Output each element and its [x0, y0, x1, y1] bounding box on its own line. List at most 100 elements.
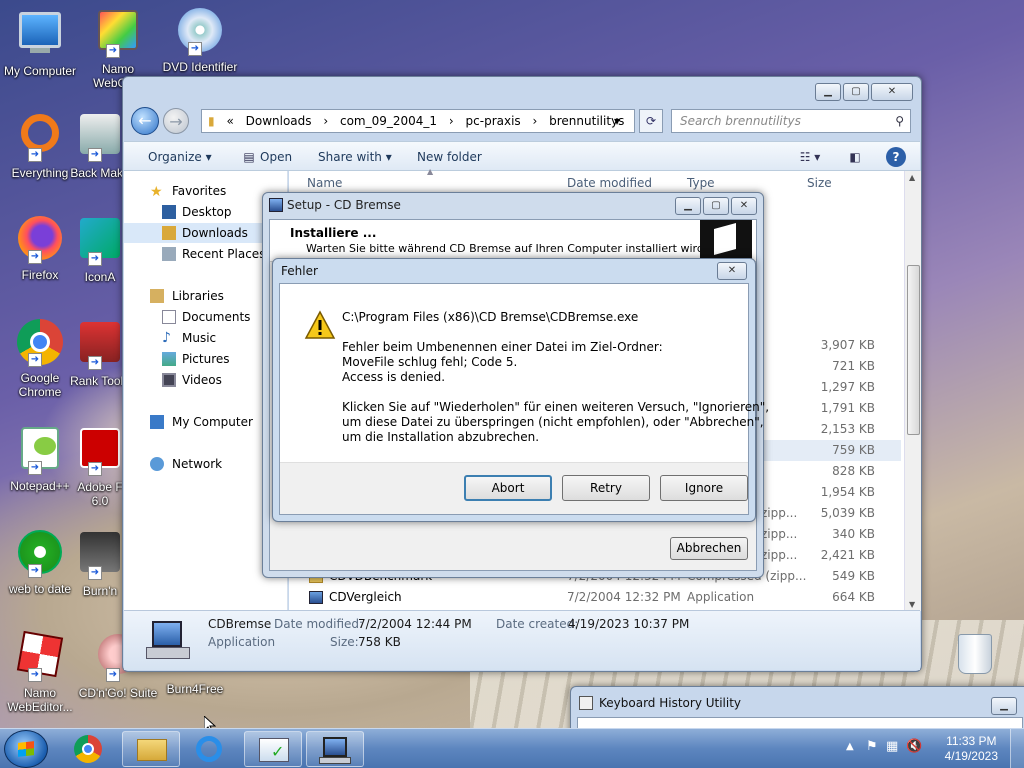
- clock[interactable]: 11:33 PM 4/19/2023: [945, 734, 998, 764]
- desktop-icon-rank-toolbar[interactable]: ➜ Rank Toolb: [70, 318, 130, 388]
- open-button[interactable]: Open: [260, 142, 292, 172]
- taskbar-cdbremse[interactable]: [306, 731, 364, 767]
- desktop-icon-burnn[interactable]: ➜ Burn'n: [70, 528, 130, 598]
- folder-icon: ▮: [208, 114, 215, 128]
- abort-button[interactable]: Abort: [464, 475, 552, 501]
- namo-webeditor-icon: ➜: [16, 630, 64, 682]
- view-options-icon[interactable]: ☷ ▾: [790, 148, 830, 166]
- scrollbar-thumb[interactable]: [907, 265, 920, 435]
- desktop-icon-adobe-reader[interactable]: ➜ Adobe F 6.0: [70, 424, 130, 508]
- details-type: Application: [208, 635, 276, 649]
- open-icon: ▤: [243, 150, 255, 164]
- chrome-icon: ➜: [16, 319, 64, 367]
- address-dropdown-icon[interactable]: ▾: [614, 110, 620, 132]
- application-icon: [146, 617, 192, 663]
- desktop-icon-label: Namo WebEditor...: [7, 686, 73, 714]
- breadcrumb-com-09-2004-1[interactable]: com_09_2004_1: [340, 114, 437, 128]
- close-button[interactable]: ✕: [717, 262, 747, 280]
- desktop-icon-label: Adobe F 6.0: [77, 480, 123, 508]
- minimize-button[interactable]: ▁: [991, 697, 1017, 715]
- cancel-button[interactable]: Abbrechen: [670, 537, 748, 560]
- desktop-icon-firefox[interactable]: ➜ Firefox: [0, 214, 80, 282]
- setup-app-icon: [269, 198, 283, 212]
- desktop-icon-everything[interactable]: ➜ Everything: [0, 110, 80, 180]
- error-dialog[interactable]: Fehler ✕ C:\Program Files (x86)\CD Brems…: [272, 258, 769, 522]
- desktop-icon-backup-maker[interactable]: ➜ Back Make: [70, 110, 130, 180]
- address-overflow[interactable]: «: [226, 114, 233, 128]
- taskbar: ✓ ▲ ⚑ ▦ 🔇 11:33 PM 4/19/2023: [0, 728, 1024, 768]
- keyboard-history-title: Keyboard History Utility: [599, 696, 742, 710]
- desktop-icon-web-to-date[interactable]: ➜ web to date: [0, 528, 80, 596]
- clock-time: 11:33 PM: [946, 734, 997, 748]
- dialog-title: Fehler: [281, 264, 318, 278]
- desktop-icon-label: Burn4Free: [166, 682, 224, 696]
- desktop-icon-icona[interactable]: ➜ IconA: [70, 214, 130, 284]
- desktop-icon-label: web to date: [8, 582, 72, 596]
- close-button[interactable]: ✕: [871, 83, 913, 101]
- column-size[interactable]: Size: [807, 171, 832, 195]
- network-icon[interactable]: ▦: [886, 739, 898, 754]
- refresh-button[interactable]: ⟳: [639, 109, 663, 133]
- action-center-flag-icon[interactable]: ⚑: [866, 739, 878, 754]
- desktop-icon-my-computer[interactable]: My Computer: [0, 6, 80, 78]
- address-bar[interactable]: ▮ « Downloads › com_09_2004_1 › pc-praxi…: [201, 109, 635, 133]
- error-line: MoveFile schlug fehl; Code 5.: [342, 355, 518, 369]
- breadcrumb-separator[interactable]: ›: [449, 114, 454, 128]
- sort-indicator-icon: ▲: [427, 167, 434, 176]
- setup-title: Setup - CD Bremse: [287, 198, 401, 212]
- taskbar-setup[interactable]: ✓: [244, 731, 302, 767]
- desktop-icon-label: DVD Identifier: [162, 60, 238, 74]
- desktop-icon-label: Rank Toolb: [70, 374, 130, 388]
- command-bar: Organize ▾ ▤ Open Share with ▾ New folde…: [124, 141, 920, 171]
- help-icon[interactable]: ?: [886, 147, 906, 167]
- recycle-bin-icon[interactable]: [956, 630, 994, 678]
- minimize-button[interactable]: ▁: [815, 83, 841, 101]
- computer-icon: [16, 12, 64, 60]
- organize-button[interactable]: Organize ▾: [148, 142, 212, 172]
- icona-icon: ➜: [76, 218, 124, 266]
- taskbar-explorer[interactable]: [122, 731, 180, 767]
- table-row[interactable]: CDVergleich 7/2/2004 12:32 PM Applicatio…: [289, 587, 901, 608]
- error-line: Access is denied.: [342, 370, 446, 384]
- clock-date: 4/19/2023: [944, 749, 998, 763]
- downloads-folder-icon: [162, 226, 176, 240]
- taskbar-internet-explorer[interactable]: [182, 731, 240, 767]
- warning-icon: [304, 310, 336, 340]
- desktop-icon-dvd-identifier[interactable]: ➜ DVD Identifier: [160, 6, 240, 74]
- maximize-button[interactable]: ▢: [843, 83, 869, 101]
- ignore-button[interactable]: Ignore: [660, 475, 748, 501]
- desktop-icon-google-chrome[interactable]: ➜ Google Chrome: [0, 318, 80, 399]
- show-desktop-button[interactable]: [1010, 729, 1024, 768]
- scroll-down-icon[interactable]: ▼: [909, 600, 915, 609]
- breadcrumb-separator[interactable]: ›: [533, 114, 538, 128]
- minimize-button[interactable]: ▁: [675, 197, 701, 215]
- maximize-button[interactable]: ▢: [703, 197, 729, 215]
- details-date-created-label: Date created:: [496, 617, 579, 631]
- taskbar-chrome[interactable]: [60, 731, 118, 767]
- start-button[interactable]: [4, 730, 48, 768]
- web-to-date-icon: ➜: [16, 530, 64, 578]
- desktop-icon-notepadpp[interactable]: ➜ Notepad++: [0, 424, 80, 493]
- retry-button[interactable]: Retry: [562, 475, 650, 501]
- adobe-reader-icon: ➜: [76, 428, 124, 476]
- breadcrumb-pc-praxis[interactable]: pc-praxis: [466, 114, 521, 128]
- share-with-button[interactable]: Share with ▾: [318, 142, 392, 172]
- show-hidden-icons-icon[interactable]: ▲: [846, 741, 854, 752]
- desktop-icon-namo-webeditor[interactable]: ➜ Namo WebEditor...: [0, 630, 80, 714]
- breadcrumb-separator[interactable]: ›: [323, 114, 328, 128]
- computer-icon: [150, 415, 164, 429]
- preview-pane-icon[interactable]: ◧: [846, 148, 864, 166]
- close-button[interactable]: ✕: [731, 197, 757, 215]
- scroll-up-icon[interactable]: ▲: [909, 173, 915, 182]
- volume-muted-icon[interactable]: 🔇: [906, 739, 922, 754]
- search-input[interactable]: Search brennutilitys ⚲: [671, 109, 911, 133]
- back-button[interactable]: ←: [131, 107, 159, 135]
- search-icon[interactable]: ⚲: [895, 110, 904, 132]
- firefox-icon: ➜: [16, 216, 64, 264]
- details-date-modified: 7/2/2004 12:44 PM: [358, 617, 472, 631]
- breadcrumb-downloads[interactable]: Downloads: [246, 114, 312, 128]
- videos-icon: [162, 373, 176, 387]
- forward-button[interactable]: →: [163, 108, 189, 134]
- vertical-scrollbar[interactable]: ▲ ▼: [904, 171, 921, 611]
- window-controls: ▁ ▢ ✕: [675, 197, 757, 215]
